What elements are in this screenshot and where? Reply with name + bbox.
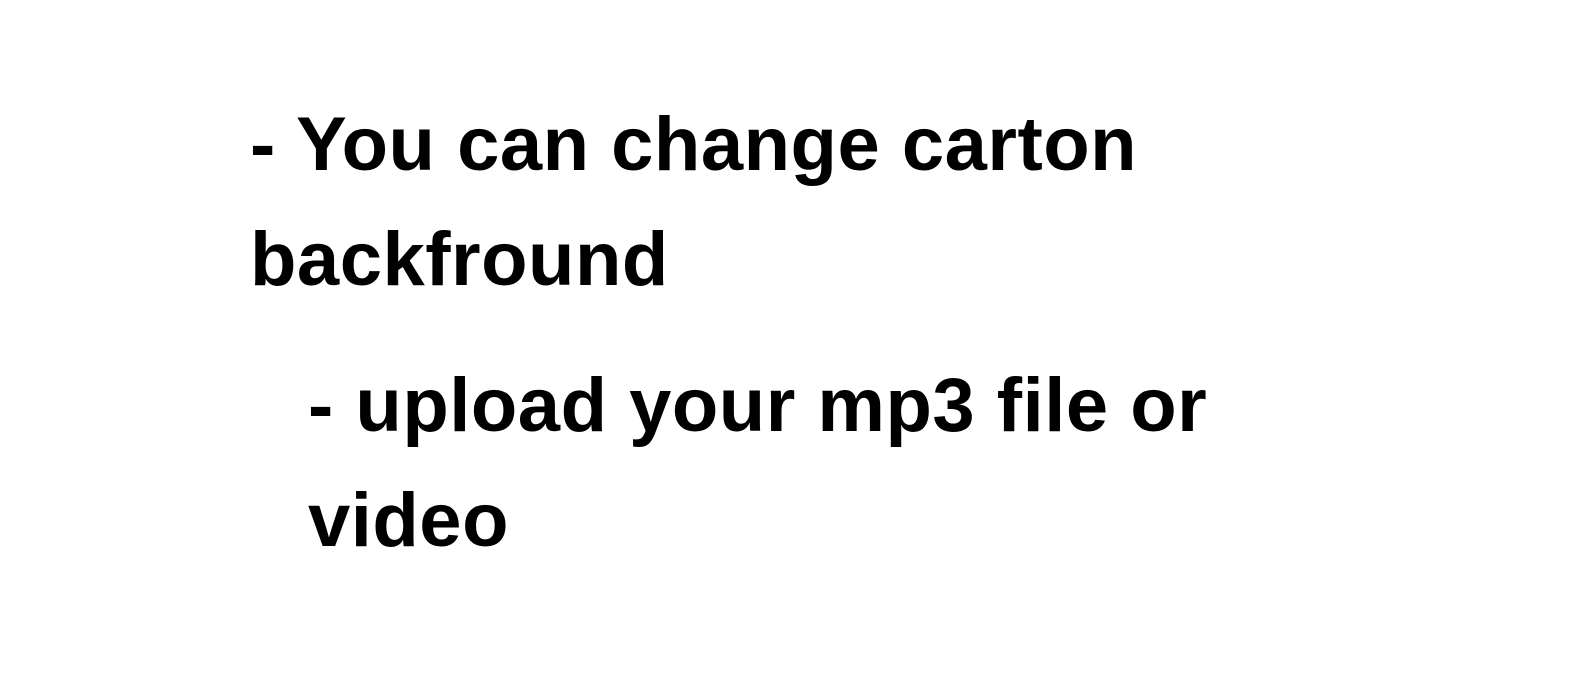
note-line: - You can change carton bbox=[250, 102, 1138, 187]
note-line: - upload your mp3 file or bbox=[308, 363, 1208, 448]
note-line: video bbox=[308, 478, 509, 563]
page-canvas: - You can change carton backfround - upl… bbox=[0, 0, 1593, 680]
note-change-background: - You can change carton backfround bbox=[250, 87, 1137, 317]
note-upload-media: - upload your mp3 file or video bbox=[308, 348, 1207, 578]
note-line: backfround bbox=[250, 217, 669, 302]
